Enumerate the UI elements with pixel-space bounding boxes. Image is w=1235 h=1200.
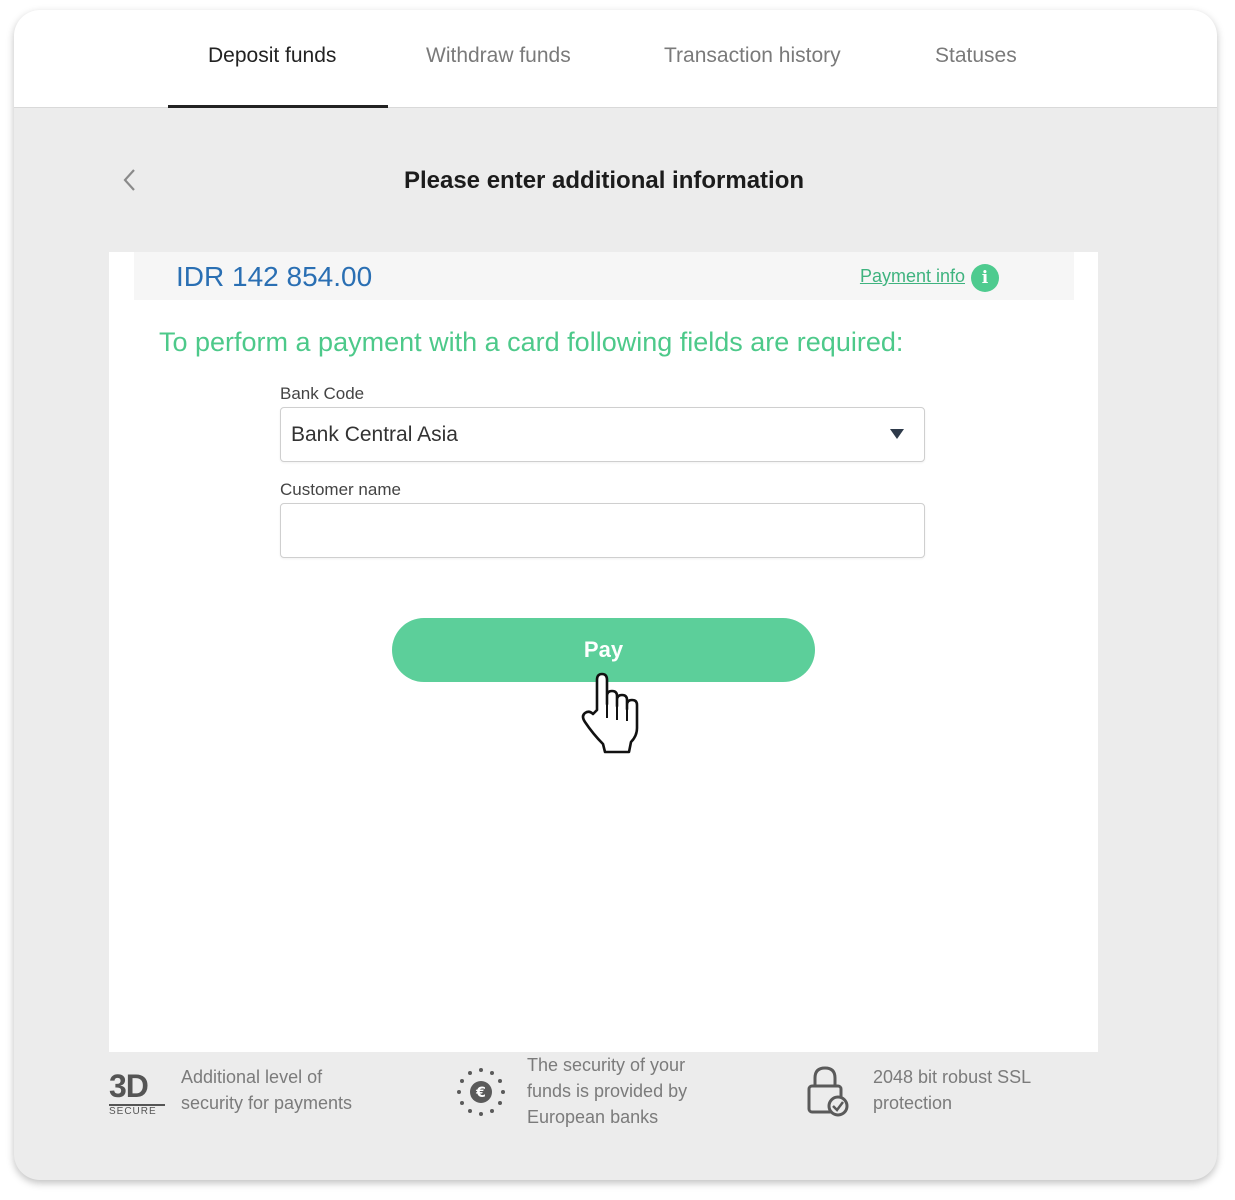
security-features: 3D SECURE Additional level of security f…	[109, 1052, 1098, 1152]
euro-banks-line1: The security of your	[527, 1055, 686, 1075]
amount-value: IDR 142 854.00	[176, 261, 373, 292]
ssl-line1: 2048 bit robust SSL	[873, 1067, 1032, 1087]
app-window: Deposit funds Withdraw funds Transaction…	[14, 10, 1217, 1180]
euro-banks-line2: funds is provided by	[527, 1081, 688, 1101]
euro-banks-line3: European banks	[527, 1107, 659, 1127]
tab-transaction-history[interactable]: Transaction history	[664, 44, 841, 68]
hand-pointer-cursor-icon	[581, 672, 639, 754]
svg-text:€: €	[475, 1085, 486, 1101]
3d-secure-logo-subtext: SECURE	[109, 1104, 165, 1118]
active-tab-indicator	[168, 105, 388, 108]
payment-card: IDR 142 854.00 Payment info i To perform…	[109, 252, 1098, 1052]
euro-banks-text: The security of your funds is provided b…	[527, 1052, 687, 1130]
bank-code-selected-value: Bank Central Asia	[291, 423, 458, 446]
ssl-line2: protection	[873, 1093, 953, 1113]
info-icon[interactable]: i	[971, 264, 999, 292]
payment-info-link[interactable]: Payment info	[860, 266, 965, 287]
3d-secure-logo: 3D SECURE	[109, 1070, 165, 1118]
ssl-text: 2048 bit robust SSL protection	[873, 1064, 1031, 1116]
required-fields-message: To perform a payment with a card followi…	[159, 327, 904, 357]
bank-code-label: Bank Code	[280, 384, 365, 403]
3d-secure-line2: security for payments	[181, 1093, 353, 1113]
bank-code-select[interactable]: Bank Central Asia	[280, 407, 925, 462]
tab-deposit-funds[interactable]: Deposit funds	[208, 44, 336, 68]
tab-withdraw-funds[interactable]: Withdraw funds	[426, 44, 571, 68]
lock-check-icon	[807, 1066, 849, 1117]
customer-name-label: Customer name	[280, 480, 401, 499]
tab-statuses[interactable]: Statuses	[935, 44, 1017, 68]
3d-secure-line1: Additional level of	[181, 1067, 323, 1087]
3d-secure-text: Additional level of security for payment…	[181, 1064, 352, 1116]
euro-stars-icon: €	[457, 1068, 505, 1116]
dropdown-arrow-icon	[890, 429, 904, 439]
customer-name-input[interactable]	[281, 504, 924, 557]
amount-bar: IDR 142 854.00 Payment info i	[134, 252, 1074, 300]
tab-bar: Deposit funds Withdraw funds Transaction…	[14, 10, 1217, 108]
customer-name-field	[280, 503, 925, 558]
page-title: Please enter additional information	[403, 167, 805, 194]
3d-secure-logo-text: 3D	[109, 1068, 149, 1104]
